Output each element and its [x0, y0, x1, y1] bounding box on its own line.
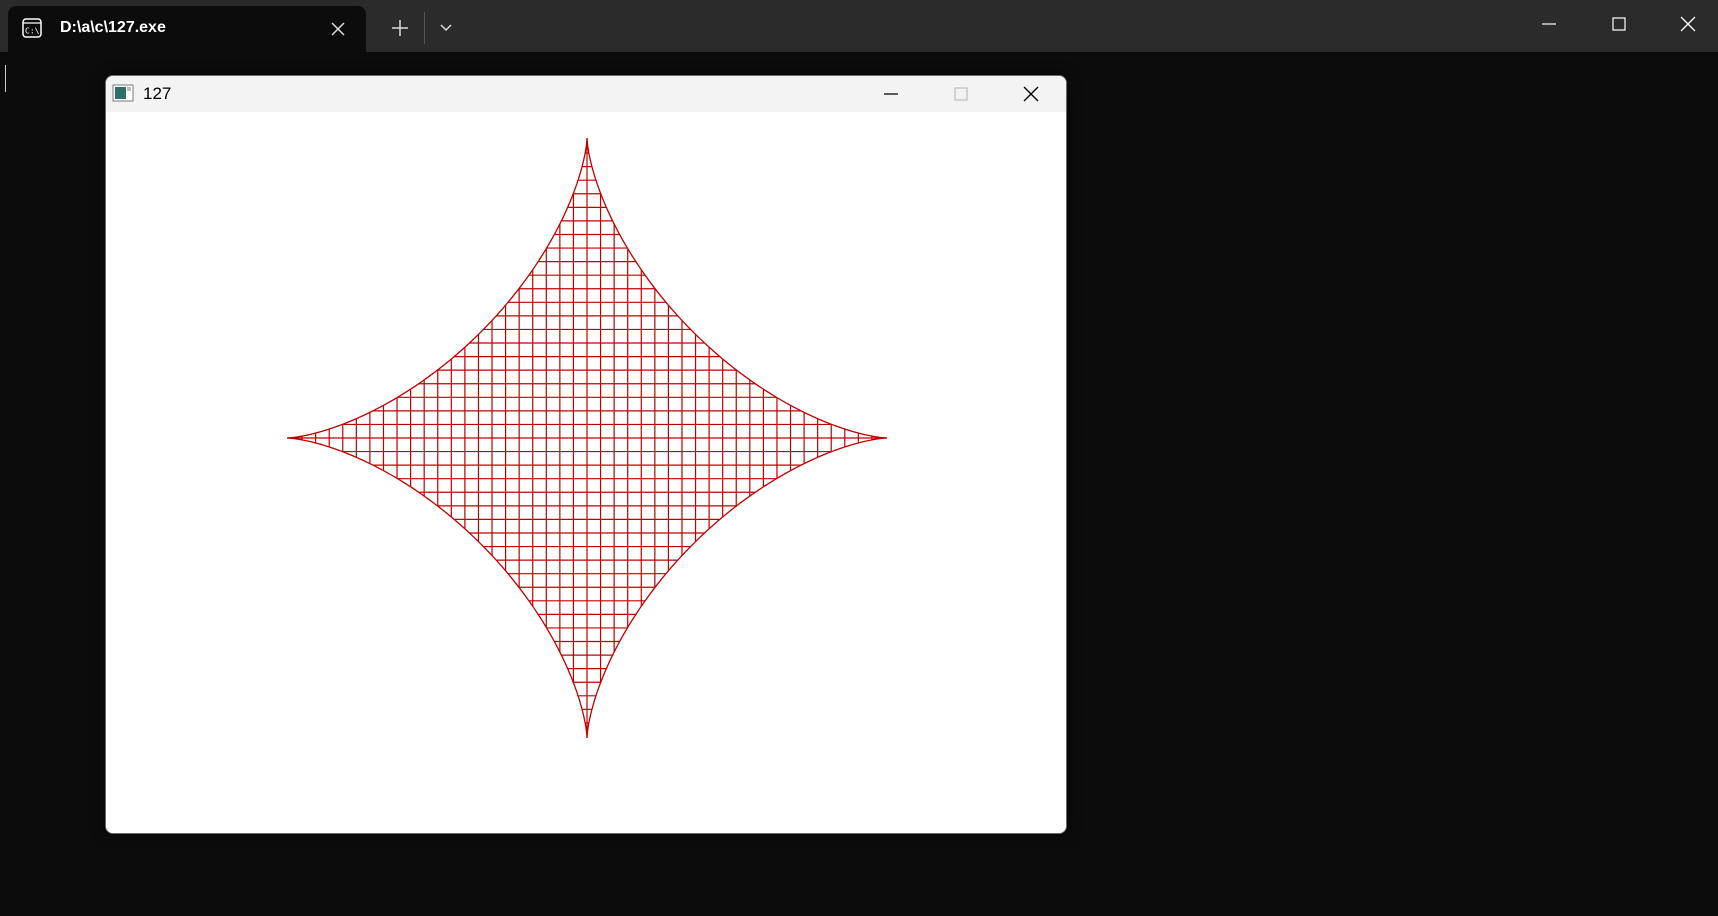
child-maximize-button — [931, 76, 991, 112]
terminal-icon: C:\ — [22, 18, 42, 38]
close-tab-icon[interactable] — [326, 17, 350, 41]
maximize-icon — [954, 87, 968, 101]
astroid-mesh-drawing — [287, 138, 887, 738]
chevron-down-icon[interactable] — [432, 16, 460, 40]
tab-title: D:\a\c\127.exe — [60, 19, 166, 36]
tab-separator — [424, 12, 425, 44]
child-minimize-button[interactable] — [861, 76, 921, 112]
close-icon — [1680, 16, 1696, 32]
minimize-icon — [1542, 23, 1556, 25]
terminal-tab-bar: C:\ D:\a\c\127.exe — [0, 0, 1718, 52]
maximize-button[interactable] — [1585, 0, 1653, 48]
minimize-icon — [884, 93, 898, 95]
child-close-button[interactable] — [1001, 76, 1061, 112]
minimize-button[interactable] — [1515, 0, 1583, 48]
plus-icon[interactable] — [386, 16, 414, 40]
terminal-tab[interactable]: C:\ D:\a\c\127.exe — [8, 6, 366, 52]
maximize-icon — [1612, 17, 1626, 31]
text-cursor — [5, 65, 6, 92]
svg-text:C:\: C:\ — [25, 27, 40, 36]
console-app-icon — [112, 84, 134, 102]
graphics-window-titlebar[interactable]: 127 — [106, 76, 1066, 112]
drawing-canvas — [106, 112, 1066, 833]
window-title: 127 — [143, 84, 172, 103]
close-icon — [1023, 86, 1039, 102]
close-window-button[interactable] — [1654, 0, 1718, 48]
graphics-window[interactable]: 127 — [105, 75, 1067, 834]
